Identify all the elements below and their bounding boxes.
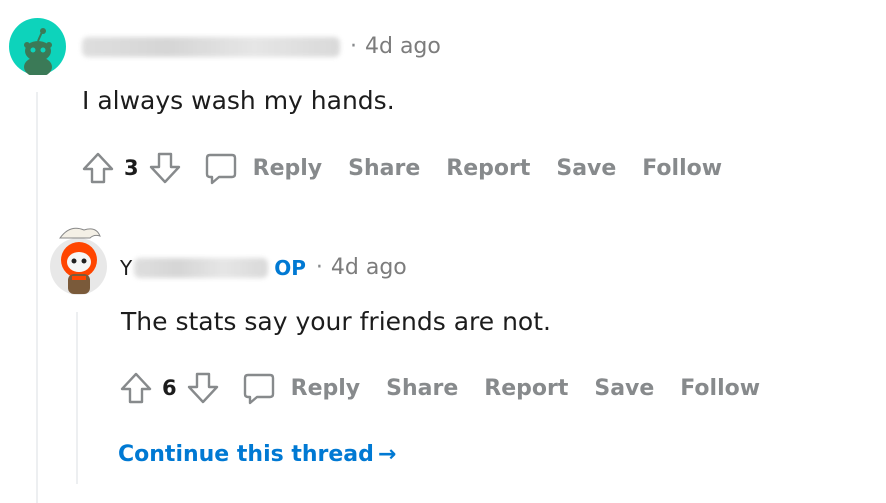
comment-body: I always wash my hands. [82,86,395,115]
thread-line-reply[interactable] [76,312,78,484]
upvote-icon[interactable] [118,370,154,406]
save-button[interactable]: Save [594,376,654,401]
arrow-right-icon: → [377,442,397,467]
comment-actions: 6 Reply Share Report Save Follow [118,370,760,406]
report-button[interactable]: Report [484,376,568,401]
score: 6 [162,376,177,400]
comment-meta: Y OP · 4d ago [120,255,407,280]
score: 3 [124,156,139,180]
share-button[interactable]: Share [386,376,458,401]
downvote-icon[interactable] [185,370,221,406]
reply-button[interactable]: Reply [291,376,361,401]
snoo-avatar-icon [59,227,101,294]
timestamp[interactable]: 4d ago [365,34,441,59]
save-button[interactable]: Save [556,156,616,181]
upvote-icon[interactable] [80,150,116,186]
follow-button[interactable]: Follow [642,156,722,181]
follow-button[interactable]: Follow [680,376,760,401]
snoo-avatar-icon [24,28,52,77]
timestamp[interactable]: 4d ago [331,255,407,280]
comment-meta: · 4d ago [82,34,441,59]
avatar[interactable] [9,18,66,77]
avatar[interactable] [50,227,107,295]
meta-separator: · [350,34,357,59]
comment-body: The stats say your friends are not. [121,307,551,336]
username[interactable]: Y [120,256,132,280]
comment-icon[interactable] [203,150,239,186]
username-blurred [134,257,269,278]
continue-thread-label: Continue this thread [118,442,374,467]
share-button[interactable]: Share [348,156,420,181]
comment-icon[interactable] [241,370,277,406]
comment-actions: 3 Reply Share Report Save Follow [80,150,722,186]
downvote-icon[interactable] [147,150,183,186]
username[interactable] [82,36,340,57]
continue-thread-link[interactable]: Continue this thread → [118,442,396,467]
reply-button[interactable]: Reply [253,156,323,181]
op-badge: OP [274,255,306,280]
thread-line-root[interactable] [36,92,38,503]
report-button[interactable]: Report [446,156,530,181]
meta-separator: · [315,255,323,280]
